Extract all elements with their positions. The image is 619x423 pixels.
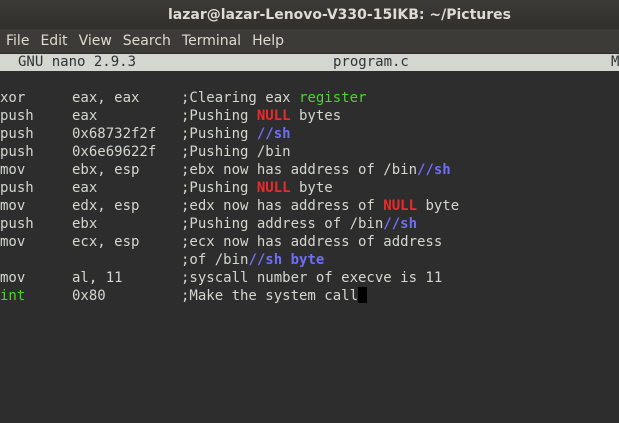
comment-segment: ;ecx now has address of address bbox=[181, 234, 443, 250]
instruction-comment: ;syscall number of execve is 11 bbox=[181, 269, 442, 287]
instruction-opcode: push bbox=[0, 216, 34, 232]
window-title: lazar@lazar-Lenovo-V330-15IKB: ~/Picture… bbox=[168, 6, 511, 23]
nano-header-bar: GNU nano 2.9.3 program.c M bbox=[0, 54, 619, 71]
comment-segment: ;Pushing bbox=[181, 180, 257, 196]
menu-search[interactable]: Search bbox=[117, 33, 176, 49]
comment-segment: ;syscall number of execve is 11 bbox=[181, 270, 443, 286]
code-line[interactable]: xor eax, eax ;Clearing eax register bbox=[0, 89, 619, 107]
instruction-operands: al, 11 bbox=[72, 270, 123, 286]
comment-segment: ;Pushing address of /bin bbox=[181, 216, 384, 232]
nano-modified-flag: M bbox=[611, 54, 619, 70]
instruction-opcode: xor bbox=[0, 90, 26, 106]
menu-terminal[interactable]: Terminal bbox=[176, 33, 246, 49]
instruction-opcode: mov bbox=[0, 162, 26, 178]
window-title-bar: lazar@lazar-Lenovo-V330-15IKB: ~/Picture… bbox=[0, 0, 619, 29]
instruction-operands: eax bbox=[72, 108, 98, 124]
nano-filename: program.c bbox=[333, 54, 409, 70]
code-line[interactable]: mov al, 11 ;syscall number of execve is 11 bbox=[0, 269, 619, 287]
instruction-comment: ;Clearing eax register bbox=[181, 89, 366, 107]
code-line[interactable]: int 0x80 ;Make the system call bbox=[0, 287, 619, 305]
instruction-comment: ;Pushing address of /bin//sh bbox=[181, 215, 417, 233]
comment-segment: //sh bbox=[256, 126, 291, 142]
instruction-comment: ;ebx now has address of /bin//sh bbox=[181, 161, 451, 179]
comment-segment: ;Pushing bbox=[181, 126, 257, 142]
code-line[interactable]: push 0x68732f2f ;Pushing //sh bbox=[0, 125, 619, 143]
text-cursor bbox=[358, 287, 368, 303]
comment-segment: NULL bbox=[256, 108, 291, 124]
code-line[interactable]: mov edx, esp ;edx now has address of NULL … bbox=[0, 197, 619, 215]
instruction-comment: ;edx now has address of NULL byte bbox=[181, 197, 459, 215]
code-line[interactable]: ;of /bin//sh byte bbox=[0, 251, 619, 269]
nano-version: GNU nano 2.9.3 bbox=[18, 54, 137, 70]
comment-segment: ;of /bin bbox=[181, 252, 249, 268]
instruction-comment: ;ecx now has address of address bbox=[181, 233, 442, 251]
comment-segment: //sh bbox=[417, 162, 451, 178]
comment-segment: bytes bbox=[290, 108, 342, 124]
comment-segment: ;Pushing /bin bbox=[181, 144, 291, 160]
instruction-opcode: int bbox=[0, 288, 26, 304]
instruction-opcode: mov bbox=[0, 234, 26, 250]
code-line[interactable]: push ebx ;Pushing address of /bin//sh bbox=[0, 215, 619, 233]
instruction-comment: ;Make the system call bbox=[181, 287, 368, 305]
instruction-operands: ebx, esp bbox=[72, 162, 140, 178]
instruction-comment: ;Pushing NULL bytes bbox=[181, 107, 341, 125]
instruction-operands: 0x80 bbox=[72, 288, 106, 304]
instruction-operands: 0x68732f2f bbox=[72, 126, 157, 142]
instruction-opcode: mov bbox=[0, 270, 26, 286]
instruction-operands: eax, eax bbox=[72, 90, 140, 106]
code-line[interactable]: push eax ;Pushing NULL bytes bbox=[0, 107, 619, 125]
menu-bar: File Edit View Search Terminal Help bbox=[0, 29, 619, 53]
code-line[interactable]: mov ebx, esp ;ebx now has address of /bin/… bbox=[0, 161, 619, 179]
code-line[interactable]: mov ecx, esp ;ecx now has address of addre… bbox=[0, 233, 619, 251]
instruction-operands: 0x6e69622f bbox=[72, 144, 157, 160]
instruction-operands: edx, esp bbox=[72, 198, 140, 214]
comment-segment: NULL bbox=[256, 180, 291, 196]
menu-edit[interactable]: Edit bbox=[34, 33, 72, 49]
code-line[interactable]: push 0x6e69622f ;Pushing /bin bbox=[0, 143, 619, 161]
instruction-opcode: mov bbox=[0, 198, 26, 214]
instruction-comment: ;Pushing /bin bbox=[181, 143, 291, 161]
comment-segment: //sh bbox=[383, 216, 418, 232]
instruction-operands: ebx bbox=[72, 216, 98, 232]
comment-segment: NULL bbox=[383, 198, 418, 214]
comment-segment: ;Pushing bbox=[181, 108, 257, 124]
comment-segment: ;edx now has address of bbox=[181, 198, 384, 214]
menu-file[interactable]: File bbox=[0, 33, 34, 49]
instruction-comment: ;Pushing //sh bbox=[181, 125, 291, 143]
menu-help[interactable]: Help bbox=[246, 33, 289, 49]
code-line[interactable]: push eax ;Pushing NULL byte bbox=[0, 179, 619, 197]
instruction-operands: eax bbox=[72, 180, 98, 196]
instruction-opcode: push bbox=[0, 126, 34, 142]
menu-view[interactable]: View bbox=[73, 33, 117, 49]
comment-segment: byte bbox=[417, 198, 460, 214]
comment-segment: ;Make the system call bbox=[181, 288, 359, 304]
instruction-opcode: push bbox=[0, 180, 34, 196]
comment-segment: ;ebx now has address of /bin bbox=[181, 162, 418, 178]
comment-segment: byte bbox=[290, 180, 333, 196]
instruction-opcode: push bbox=[0, 144, 34, 160]
instruction-comment: ;of /bin//sh byte bbox=[181, 251, 324, 269]
instruction-comment: ;Pushing NULL byte bbox=[181, 179, 333, 197]
comment-segment: register bbox=[299, 90, 367, 106]
instruction-opcode: push bbox=[0, 108, 34, 124]
editor-area[interactable]: xor eax, eax ;Clearing eax register push eax… bbox=[0, 89, 619, 305]
instruction-operands: ecx, esp bbox=[72, 234, 140, 250]
comment-segment: //sh byte bbox=[248, 252, 325, 268]
comment-segment: ;Clearing eax bbox=[181, 90, 300, 106]
